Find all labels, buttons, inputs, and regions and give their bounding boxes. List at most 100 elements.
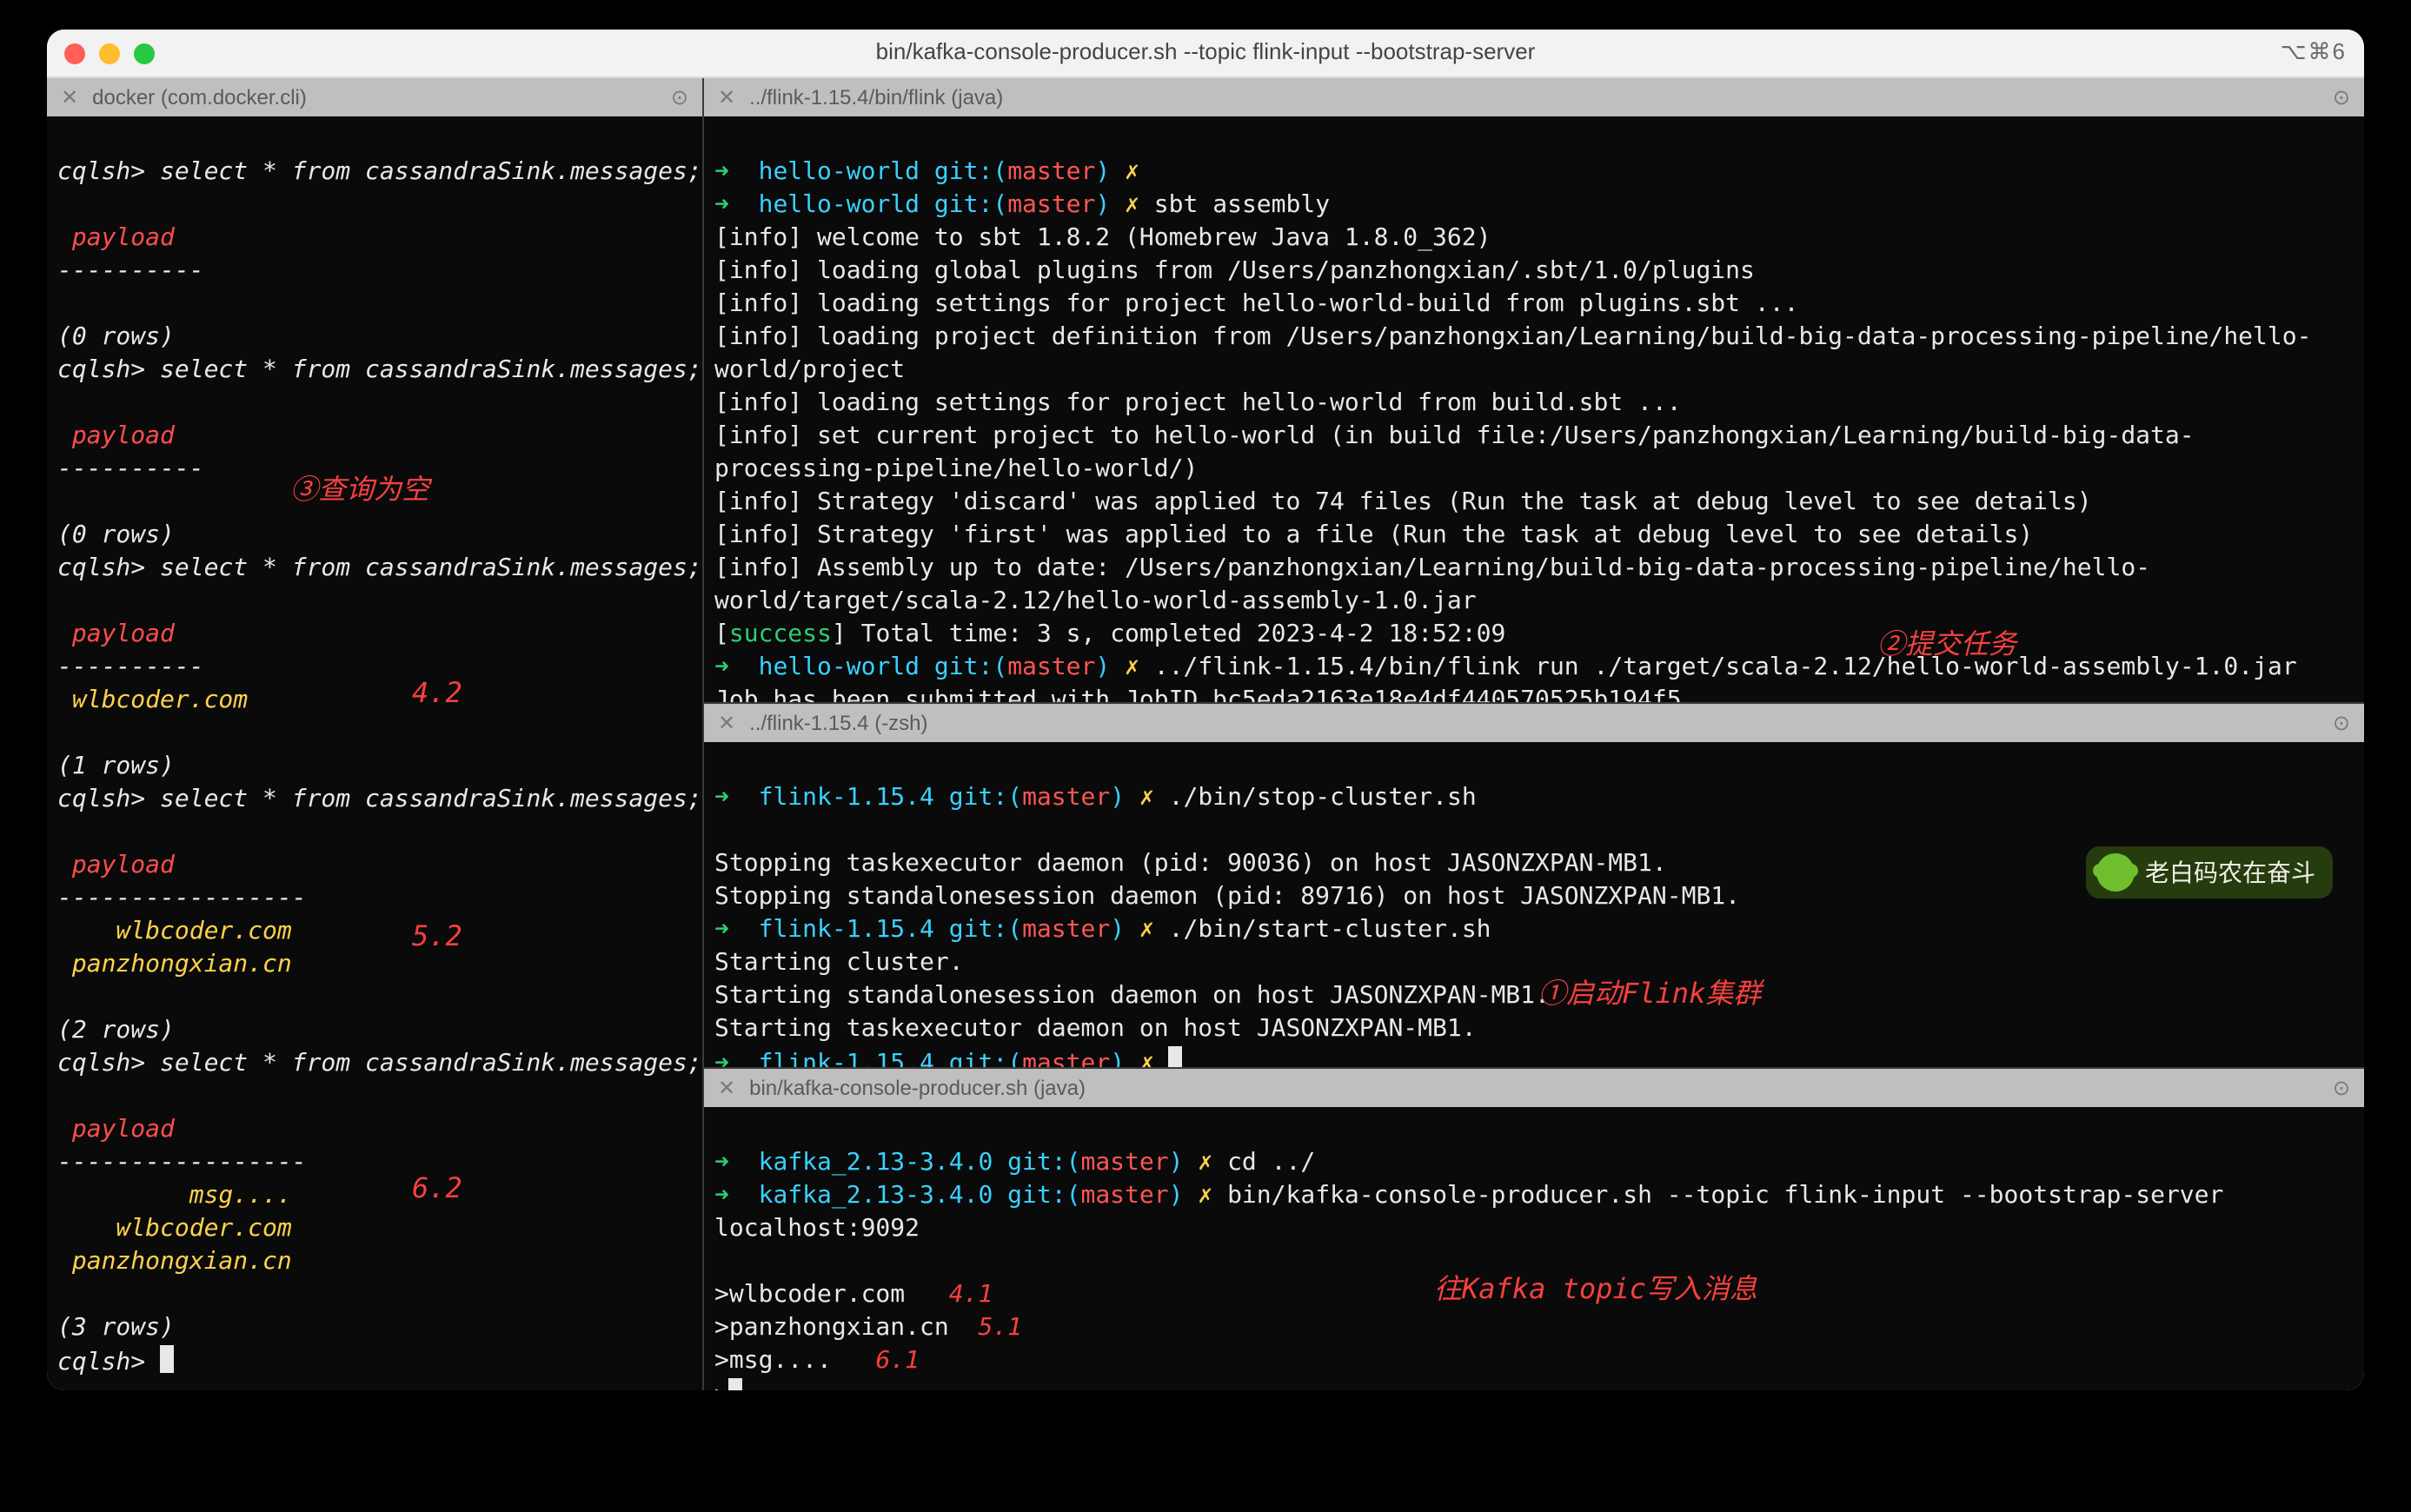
right-bot-tab-title[interactable]: bin/kafka-console-producer.sh (java) xyxy=(749,1073,1086,1103)
right-top-terminal[interactable]: ➜ hello-world git:( master) ✗ ➜ hello-wor… xyxy=(704,116,2364,702)
git-close-m1: ) xyxy=(1110,784,1139,812)
cursor-bot xyxy=(729,1378,743,1390)
dirty-icon-b2: ✗ xyxy=(1198,1182,1212,1210)
right-mid-pane: ✕ ../flink-1.15.4 (-zsh) ⊙ ➜ flink-1.15.… xyxy=(704,704,2364,1069)
dirty-icon: ✗ xyxy=(1125,158,1139,186)
cql-query-4: cqlsh> select * from cassandraSink.messa… xyxy=(57,786,702,813)
success-label: success xyxy=(729,620,832,648)
branch-b2: master xyxy=(1080,1182,1168,1210)
annotation-6-1: 6.1 xyxy=(875,1347,920,1375)
rows-2: (2 rows) xyxy=(57,1017,175,1044)
left-tab-title[interactable]: docker (com.docker.cli) xyxy=(92,83,307,112)
result-2b: panzhongxian.cn xyxy=(57,951,292,978)
git-open-1: git:( xyxy=(920,158,1007,186)
dir-2: hello-world xyxy=(759,191,920,219)
info-6: [info] Strategy 'discard' was applied to… xyxy=(714,488,2092,516)
right-top-tabbar: ✕ ../flink-1.15.4/bin/flink (java) ⊙ xyxy=(704,78,2364,116)
tab-more-icon-4[interactable]: ⊙ xyxy=(2333,1073,2350,1103)
right-top-tab-title[interactable]: ../flink-1.15.4/bin/flink (java) xyxy=(749,83,1003,112)
cql-query-3: cqlsh> select * from cassandraSink.messa… xyxy=(57,554,702,582)
dir-m1: flink-1.15.4 xyxy=(759,784,934,812)
info-1: [info] loading global plugins from /User… xyxy=(714,257,1755,285)
annotation-5-2: 5.2 xyxy=(412,919,462,952)
branch-b1: master xyxy=(1080,1149,1168,1177)
close-tab-icon-4[interactable]: ✕ xyxy=(718,1073,735,1103)
cql-prompt: cqlsh> xyxy=(57,1349,160,1376)
result-1a: wlbcoder.com xyxy=(57,686,248,714)
arrow-icon-m2: ➜ xyxy=(714,916,759,944)
stop-line-1: Stopping standalonesession daemon (pid: … xyxy=(714,883,1740,911)
tab-more-icon-2[interactable]: ⊙ xyxy=(2333,83,2350,112)
rows-0b: (0 rows) xyxy=(57,521,175,549)
close-tab-icon-3[interactable]: ✕ xyxy=(718,708,735,738)
wechat-text: 老白码农在奋斗 xyxy=(2145,856,2315,889)
arrow-icon-b2: ➜ xyxy=(714,1182,759,1210)
minimize-window-button[interactable] xyxy=(99,43,120,63)
rows-0a: (0 rows) xyxy=(57,323,175,351)
dashes-2: ---------- xyxy=(57,455,204,483)
right-bot-pane: ✕ bin/kafka-console-producer.sh (java) ⊙… xyxy=(704,1069,2364,1390)
result-3c: panzhongxian.cn xyxy=(57,1248,292,1276)
left-terminal[interactable]: cqlsh> select * from cassandraSink.messa… xyxy=(47,116,702,1390)
window-titlebar: bin/kafka-console-producer.sh --topic fl… xyxy=(47,30,2364,78)
annotation-3: ③查询为空 xyxy=(290,473,429,506)
close-tab-icon[interactable]: ✕ xyxy=(61,83,78,112)
branch-3: master xyxy=(1007,653,1095,681)
right-bot-tabbar: ✕ bin/kafka-console-producer.sh (java) ⊙ xyxy=(704,1069,2364,1107)
annotation-5-1: 5.1 xyxy=(978,1314,1022,1342)
tab-more-icon-3[interactable]: ⊙ xyxy=(2333,708,2350,738)
left-tabbar: ✕ docker (com.docker.cli) ⊙ xyxy=(47,78,702,116)
annotation-1: ①启动Flink集群 xyxy=(1538,977,1761,1010)
dir-m3: flink-1.15.4 xyxy=(759,1050,934,1067)
dir-b1: kafka_2.13-3.4.0 xyxy=(759,1149,993,1177)
info-0: [info] welcome to sbt 1.8.2 (Homebrew Ja… xyxy=(714,224,1491,252)
cql-query: cqlsh> select * from cassandraSink.messa… xyxy=(57,158,702,186)
cmd-cd: cd ../ xyxy=(1212,1149,1315,1177)
right-top-pane: ✕ ../flink-1.15.4/bin/flink (java) ⊙ ➜ h… xyxy=(704,78,2364,704)
dirty-icon-b1: ✗ xyxy=(1198,1149,1212,1177)
cmd-start: ./bin/start-cluster.sh xyxy=(1154,916,1491,944)
right-column: ✕ ../flink-1.15.4/bin/flink (java) ⊙ ➜ h… xyxy=(704,78,2364,1390)
annotation-2: ②提交任务 xyxy=(1877,627,2016,660)
dir-1: hello-world xyxy=(759,158,920,186)
terminal-window: bin/kafka-console-producer.sh --topic fl… xyxy=(47,30,2364,1390)
right-mid-tab-title[interactable]: ../flink-1.15.4 (-zsh) xyxy=(749,708,927,738)
cmd-flink-run: ../flink-1.15.4/bin/flink run ./target/s… xyxy=(1139,653,2297,681)
dir-b2: kafka_2.13-3.4.0 xyxy=(759,1182,993,1210)
close-window-button[interactable] xyxy=(64,43,85,63)
annotation-4-1: 4.1 xyxy=(949,1281,993,1309)
cursor-mid xyxy=(1169,1046,1183,1067)
stop-line-0: Stopping taskexecutor daemon (pid: 90036… xyxy=(714,850,1667,878)
left-column: ✕ docker (com.docker.cli) ⊙ cqlsh> selec… xyxy=(47,78,704,1390)
git-open-2: git:( xyxy=(920,191,1007,219)
kafka-in3: >msg.... xyxy=(714,1347,832,1375)
cursor-left xyxy=(160,1345,174,1373)
kafka-in2: >panzhongxian.cn xyxy=(714,1314,949,1342)
payload-header-5: payload xyxy=(57,1116,175,1144)
git-close-2: ) xyxy=(1095,191,1125,219)
window-shortcut: ⌥⌘6 xyxy=(2281,37,2347,69)
zoom-window-button[interactable] xyxy=(134,43,155,63)
arrow-icon-2: ➜ xyxy=(714,191,759,219)
arrow-icon-3: ➜ xyxy=(714,653,759,681)
panes-body: ✕ docker (com.docker.cli) ⊙ cqlsh> selec… xyxy=(47,78,2364,1390)
right-mid-terminal[interactable]: ➜ flink-1.15.4 git:(master) ✗ ./bin/stop… xyxy=(704,742,2364,1067)
branch-m3: master xyxy=(1022,1050,1110,1067)
git-close-m3: ) xyxy=(1110,1050,1139,1067)
result-2a: wlbcoder.com xyxy=(57,918,292,945)
info-3: [info] loading project definition from /… xyxy=(714,323,2311,384)
start-line-0: Starting cluster. xyxy=(714,949,964,977)
info-8: [info] Assembly up to date: /Users/panzh… xyxy=(714,554,2150,615)
dir-3: hello-world xyxy=(759,653,920,681)
right-bot-terminal[interactable]: ➜ kafka_2.13-3.4.0 git:(master) ✗ cd ../… xyxy=(704,1107,2364,1390)
branch-m1: master xyxy=(1022,784,1110,812)
right-mid-tabbar: ✕ ../flink-1.15.4 (-zsh) ⊙ xyxy=(704,704,2364,742)
arrow-icon: ➜ xyxy=(714,158,759,186)
kafka-in1: >wlbcoder.com xyxy=(714,1281,905,1309)
arrow-icon-m1: ➜ xyxy=(714,784,759,812)
cql-query-5: cqlsh> select * from cassandraSink.messa… xyxy=(57,1050,702,1078)
kafka-in4: > xyxy=(714,1382,729,1390)
tab-more-icon[interactable]: ⊙ xyxy=(671,83,688,112)
close-tab-icon-2[interactable]: ✕ xyxy=(718,83,735,112)
git-close-1: ) xyxy=(1095,158,1125,186)
